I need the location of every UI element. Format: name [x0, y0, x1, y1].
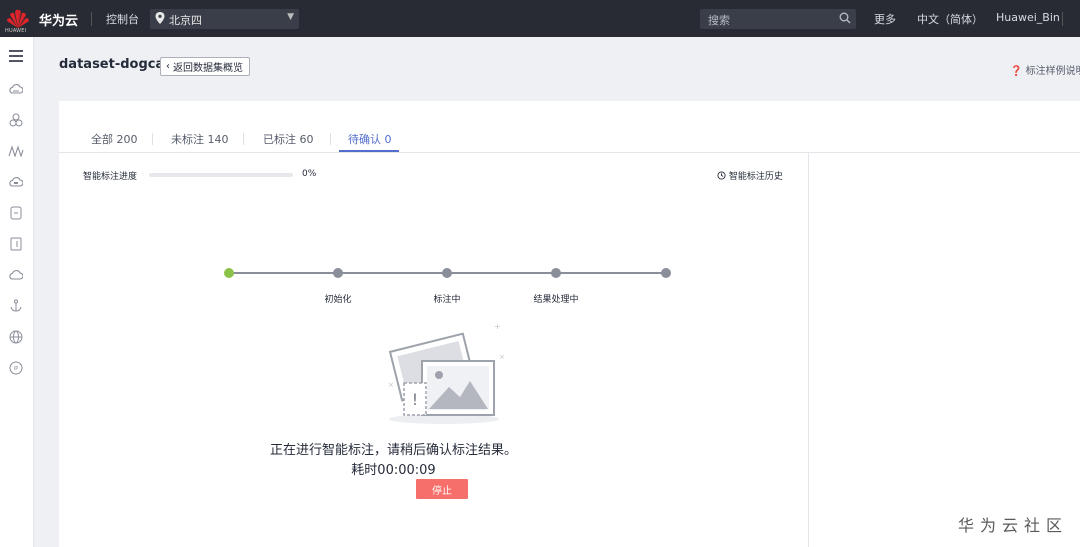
- tab-bar: 全部 200 未标注 140 已标注 60 待确认 0: [59, 126, 1080, 153]
- region-selector[interactable]: 北京四 ▼: [150, 9, 299, 29]
- elapsed-time: 耗时00:00:09: [351, 463, 436, 478]
- panel-divider: [808, 153, 809, 547]
- brand-name[interactable]: 华为云: [39, 10, 78, 29]
- svg-text:IP: IP: [14, 366, 19, 372]
- annotation-history-link[interactable]: 智能标注历史: [717, 169, 783, 182]
- region-value: 北京四: [169, 14, 202, 27]
- step-label-initialize: 初始化: [324, 295, 352, 305]
- cloud-server-icon[interactable]: [7, 80, 25, 98]
- ip-address-icon[interactable]: IP: [7, 359, 25, 377]
- dataset-title: dataset-dogcat: [59, 57, 171, 72]
- progress-label: 智能标注进度: [83, 172, 138, 182]
- step-dot-start: [224, 268, 234, 278]
- top-navigation-bar: HUAWEI 华为云 控制台 北京四 ▼ 搜索 更多 中文（简体） Huawei…: [0, 0, 1080, 37]
- search-input[interactable]: 搜索: [700, 9, 856, 29]
- logo-wordmark: HUAWEI: [5, 28, 27, 34]
- stop-button[interactable]: 停止: [416, 479, 468, 499]
- tab-all[interactable]: 全部 200: [91, 131, 138, 147]
- status-message: 正在进行智能标注，请稍后确认标注结果。: [269, 443, 517, 458]
- tab-labeled[interactable]: 已标注 60: [263, 131, 314, 147]
- anchor-icon[interactable]: [7, 297, 25, 315]
- step-dot-labeling: [442, 268, 452, 278]
- divider: [1062, 12, 1063, 26]
- language-selector[interactable]: 中文（简体）: [917, 11, 983, 27]
- more-menu[interactable]: 更多: [874, 11, 896, 27]
- console-link[interactable]: 控制台: [106, 11, 139, 27]
- tab-divider: [152, 133, 153, 145]
- step-dot-end: [661, 268, 671, 278]
- back-button-label: 返回数据集概览: [173, 63, 243, 74]
- step-label-labeling: 标注中: [433, 295, 461, 305]
- cluster-icon[interactable]: [7, 111, 25, 129]
- history-icon: [717, 171, 726, 180]
- svg-text:×: ×: [499, 353, 504, 361]
- empty-image-illustration-icon: ! + × ×: [388, 322, 504, 424]
- svg-text:×: ×: [388, 381, 394, 389]
- search-placeholder: 搜索: [708, 14, 730, 27]
- progress-percent: 0%: [302, 169, 317, 179]
- menu-icon[interactable]: [7, 47, 25, 65]
- svg-text:+: +: [494, 322, 501, 331]
- active-tab-indicator: [339, 150, 399, 152]
- search-icon[interactable]: [839, 12, 851, 24]
- cloud-icon[interactable]: [7, 266, 25, 284]
- back-to-overview-button[interactable]: ‹ 返回数据集概览: [160, 57, 250, 76]
- tab-divider: [243, 133, 244, 145]
- globe-icon[interactable]: [7, 328, 25, 346]
- main-panel: 全部 200 未标注 140 已标注 60 待确认 0 智能标注进度 0% 智能…: [59, 101, 1080, 547]
- annotation-example-link[interactable]: ❓ 标注样例说明: [1010, 62, 1080, 77]
- cloud-storage-icon[interactable]: [7, 173, 25, 191]
- step-label-processing: 结果处理中: [533, 295, 579, 305]
- database-icon[interactable]: [7, 204, 25, 222]
- watermark: 华为云社区: [958, 516, 1069, 535]
- svg-text:!: !: [412, 390, 418, 409]
- analytics-icon[interactable]: [7, 142, 25, 160]
- location-pin-icon: [155, 12, 165, 24]
- document-icon[interactable]: [7, 235, 25, 253]
- progress-bar: [149, 173, 293, 177]
- help-icon: ❓: [1010, 66, 1023, 77]
- step-dot-processing: [551, 268, 561, 278]
- history-label: 智能标注历史: [728, 172, 783, 182]
- user-menu[interactable]: Huawei_Bin: [996, 11, 1060, 24]
- divider: [91, 12, 92, 26]
- help-link-label: 标注样例说明: [1025, 66, 1080, 77]
- chevron-down-icon: ▼: [287, 12, 294, 22]
- step-dot-initialize: [333, 268, 343, 278]
- tab-unlabeled[interactable]: 未标注 140: [171, 131, 229, 147]
- tab-pending-confirmation[interactable]: 待确认 0: [348, 131, 392, 147]
- chevron-left-icon: ‹: [166, 61, 170, 72]
- tab-divider: [330, 133, 331, 145]
